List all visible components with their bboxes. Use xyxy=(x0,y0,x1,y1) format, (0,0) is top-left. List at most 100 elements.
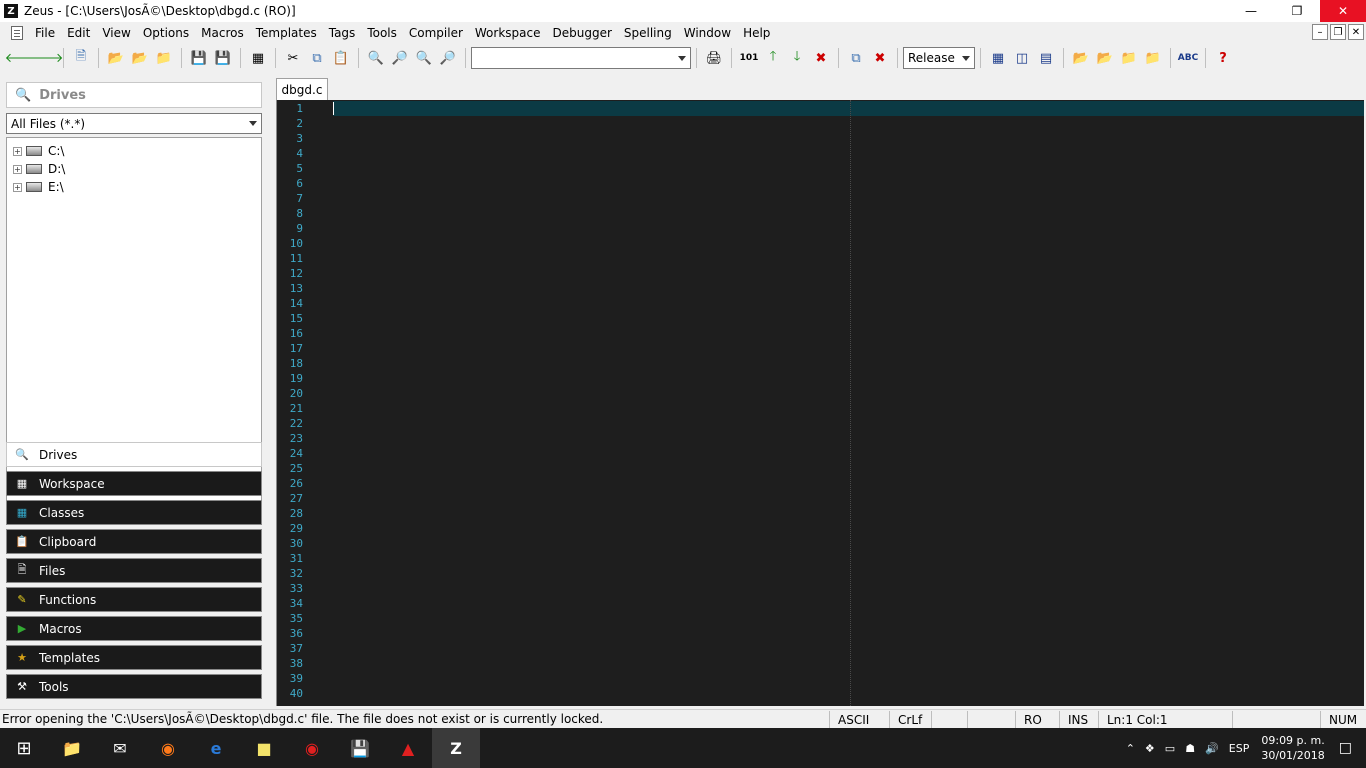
expand-icon[interactable]: + xyxy=(13,164,22,174)
menu-options[interactable]: Options xyxy=(137,26,195,40)
tree-item-d[interactable]: + D:\ xyxy=(13,160,261,178)
layout-grid-icon[interactable]: ▦ xyxy=(986,46,1010,70)
save-icon[interactable]: 💾 xyxy=(187,46,211,70)
open-workspace-icon[interactable]: 📁 xyxy=(152,46,176,70)
find-next-icon[interactable]: 🔎 xyxy=(436,46,460,70)
tree-item-label: C:\ xyxy=(48,144,65,158)
edge-icon[interactable]: e xyxy=(192,728,240,768)
spell-check-icon[interactable]: ABC xyxy=(1176,46,1200,70)
debug-stop-icon[interactable]: ✖ xyxy=(868,46,892,70)
menu-tags[interactable]: Tags xyxy=(323,26,362,40)
network-icon[interactable]: ☗ xyxy=(1185,742,1195,755)
line-number: 24 xyxy=(289,447,303,460)
menu-help[interactable]: Help xyxy=(737,26,776,40)
drives-header-label: Drives xyxy=(39,87,86,103)
line-number: 10 xyxy=(289,237,303,250)
help-icon[interactable]: ? xyxy=(1211,46,1235,70)
panel-functions-button[interactable]: ✎ Functions xyxy=(6,587,262,612)
panel-files-button[interactable]: 🗎 Files xyxy=(6,558,262,583)
workspace-open-icon[interactable]: 📂 xyxy=(1069,46,1093,70)
panel-tools-button[interactable]: ⚒ Tools xyxy=(6,674,262,699)
language-indicator[interactable]: ESP xyxy=(1229,742,1250,755)
print-icon[interactable]: 🖨 xyxy=(702,46,726,70)
down-arrow-icon[interactable]: 🡓 xyxy=(785,46,809,70)
clock[interactable]: 09:09 p. m. 30/01/2018 xyxy=(1261,733,1324,763)
workspace-remove-icon[interactable]: 📁 xyxy=(1117,46,1141,70)
restore-button[interactable]: ❐ xyxy=(1274,0,1320,22)
paste-icon[interactable]: 📋 xyxy=(329,46,353,70)
notifications-icon[interactable]: □ xyxy=(1339,740,1352,756)
layout-columns-icon[interactable]: ◫ xyxy=(1010,46,1034,70)
volume-icon[interactable]: 🔊 xyxy=(1205,742,1219,755)
window-list-icon[interactable]: ▦ xyxy=(246,46,270,70)
file-explorer-icon[interactable]: 📁 xyxy=(48,728,96,768)
tree-item-e[interactable]: + E:\ xyxy=(13,178,261,196)
code-editor[interactable]: 1 2 3 4 5 6 7 8 9 10 11 12 13 14 15 16 17 18 19 20 21 22 23 24 2… xyxy=(276,100,1364,706)
layout-rows-icon[interactable]: ▤ xyxy=(1034,46,1058,70)
mdi-minimize-button[interactable]: – xyxy=(1312,24,1328,40)
workspace-save-icon[interactable]: 📁 xyxy=(1141,46,1165,70)
replace-icon[interactable]: 🔎 xyxy=(388,46,412,70)
workspace-add-icon[interactable]: 📂 xyxy=(1093,46,1117,70)
search-combo[interactable] xyxy=(471,47,691,69)
menu-debugger[interactable]: Debugger xyxy=(546,26,617,40)
dropbox-icon[interactable]: ❖ xyxy=(1145,742,1155,755)
tab-dbgd-c[interactable]: dbgd.c xyxy=(276,78,328,100)
find-icon[interactable]: 🔍 xyxy=(364,46,388,70)
tree-item-c[interactable]: + C:\ xyxy=(13,142,261,160)
file-filter-select[interactable]: All Files (*.*) xyxy=(6,113,262,134)
save-all-icon[interactable]: 💾 xyxy=(211,46,235,70)
close-button[interactable]: ✕ xyxy=(1320,0,1366,22)
stop-build-icon[interactable]: ✖ xyxy=(809,46,833,70)
forward-arrow-icon[interactable]: 🡒 xyxy=(29,46,64,70)
floppy-app-icon[interactable]: 💾 xyxy=(336,728,384,768)
configuration-combo[interactable]: Release xyxy=(903,47,975,69)
panel-macros-button[interactable]: ▶ Macros xyxy=(6,616,262,641)
mdi-close-button[interactable]: ✕ xyxy=(1348,24,1364,40)
panel-workspace-button[interactable]: ▦ Workspace xyxy=(6,471,262,496)
menu-compiler[interactable]: Compiler xyxy=(403,26,469,40)
find-in-files-icon[interactable]: 🔍 xyxy=(412,46,436,70)
acrobat-icon[interactable]: ▲ xyxy=(384,728,432,768)
mail-icon[interactable]: ✉ xyxy=(96,728,144,768)
status-empty-2 xyxy=(967,711,1015,728)
firefox-icon[interactable]: ◉ xyxy=(144,728,192,768)
panel-button-label: Tools xyxy=(39,679,69,694)
menu-tools[interactable]: Tools xyxy=(361,26,403,40)
insert-mode-indicator: INS xyxy=(1059,711,1098,728)
windows-start-icon[interactable]: ⊞ xyxy=(0,728,48,768)
document-menu-icon[interactable] xyxy=(11,25,23,40)
zeus-taskbar-icon[interactable]: Z xyxy=(432,728,480,768)
new-file-icon[interactable]: 🗎 xyxy=(69,46,93,70)
chevron-up-icon[interactable]: ⌃ xyxy=(1126,742,1135,755)
debug-icon[interactable]: ⧉ xyxy=(844,46,868,70)
menu-templates[interactable]: Templates xyxy=(250,26,323,40)
menu-window[interactable]: Window xyxy=(678,26,737,40)
open-folder-icon[interactable]: 📂 xyxy=(104,46,128,70)
removable-drive-icon xyxy=(26,182,42,192)
menu-spelling[interactable]: Spelling xyxy=(618,26,678,40)
sticky-notes-icon[interactable]: ■ xyxy=(240,728,288,768)
menu-workspace[interactable]: Workspace xyxy=(469,26,547,40)
panel-drives-button[interactable]: 🔍 Drives xyxy=(6,442,262,467)
configuration-value: Release xyxy=(908,51,955,65)
panel-classes-button[interactable]: ▦ Classes xyxy=(6,500,262,525)
panel-clipboard-button[interactable]: 📋 Clipboard xyxy=(6,529,262,554)
panel-templates-button[interactable]: ★ Templates xyxy=(6,645,262,670)
minimize-button[interactable]: — xyxy=(1228,0,1274,22)
expand-icon[interactable]: + xyxy=(13,182,22,192)
up-arrow-icon[interactable]: 🡑 xyxy=(761,46,785,70)
menu-view[interactable]: View xyxy=(96,26,136,40)
open-recent-icon[interactable]: 📂 xyxy=(128,46,152,70)
line-number: 39 xyxy=(289,672,303,685)
expand-icon[interactable]: + xyxy=(13,146,22,156)
cut-icon[interactable]: ✂ xyxy=(281,46,305,70)
menu-edit[interactable]: Edit xyxy=(61,26,96,40)
battery-icon[interactable]: ▭ xyxy=(1165,742,1175,755)
menu-macros[interactable]: Macros xyxy=(195,26,250,40)
compile-icon[interactable]: 101 xyxy=(737,46,761,70)
app-red-icon[interactable]: ◉ xyxy=(288,728,336,768)
menu-file[interactable]: File xyxy=(29,26,61,40)
copy-icon[interactable]: ⧉ xyxy=(305,46,329,70)
mdi-restore-button[interactable]: ❐ xyxy=(1330,24,1346,40)
